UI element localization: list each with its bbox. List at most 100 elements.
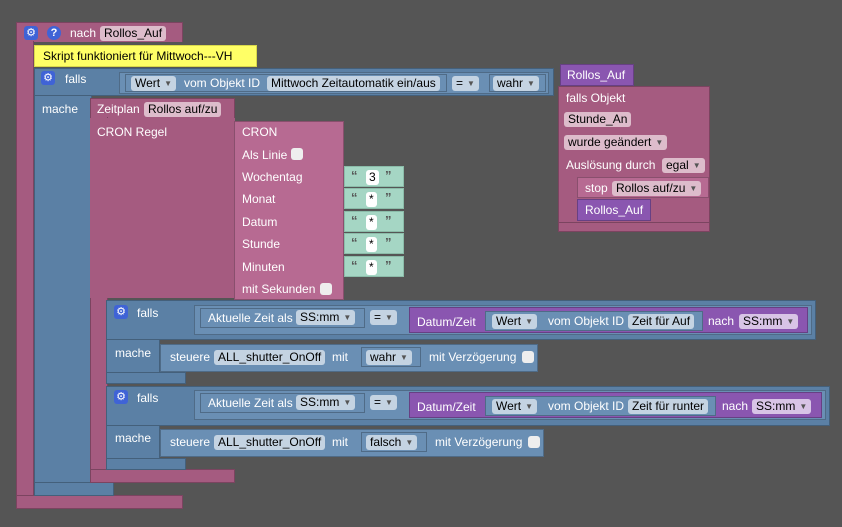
if3-aktuelle-label: Aktuelle Zeit als: [208, 396, 293, 410]
if1-value-dropdown[interactable]: wahr ▼: [493, 76, 539, 91]
if1-wert-dropdown[interactable]: Wert ▼: [131, 76, 177, 91]
if1-footer: [34, 482, 114, 496]
cron-row-label: Monat: [242, 192, 276, 206]
schedule-label: Zeitplan: [97, 102, 140, 116]
schedule-name-field[interactable]: Rollos auf/zu: [144, 102, 222, 117]
cron-value-field[interactable]: *: [366, 237, 377, 252]
side-changed-dropdown[interactable]: wurde geändert ▼: [564, 135, 668, 150]
if1-mache-label: mache: [42, 102, 79, 116]
if1-gear-icon[interactable]: ⚙: [41, 71, 55, 85]
chevron-down-icon: ▼: [400, 353, 408, 363]
if2-datum-zeit-label: Datum/Zeit: [417, 315, 476, 329]
side-object-field[interactable]: Stunde_An: [564, 112, 632, 127]
stop-name-dropdown[interactable]: Rollos auf/zu ▼: [612, 181, 702, 196]
if3-fmt-dropdown[interactable]: SS:mm ▼: [296, 395, 356, 410]
if3-object-field[interactable]: Zeit für runter: [628, 399, 709, 414]
if2-gear-icon[interactable]: ⚙: [114, 305, 128, 319]
side-egal-dropdown[interactable]: egal ▼: [662, 158, 705, 173]
als-linie-label: Als Linie: [242, 148, 288, 162]
if1-vom-objekt-label: vom Objekt ID: [184, 76, 261, 90]
if2-fmt-dropdown[interactable]: SS:mm ▼: [296, 310, 356, 325]
if2-target-field[interactable]: ALL_shutter_OnOff: [214, 350, 326, 365]
if2-falls-label: falls: [137, 306, 159, 320]
chevron-down-icon: ▼: [799, 402, 808, 412]
if3-falls-label: falls: [137, 391, 159, 405]
cron-row-label: Wochentag: [242, 170, 303, 184]
cron-value-field[interactable]: *: [366, 192, 377, 207]
close-quote-icon: ”: [385, 190, 392, 205]
if2-value-dropdown[interactable]: wahr ▼: [366, 350, 412, 365]
chevron-down-icon: ▼: [164, 79, 173, 89]
side-falls-objekt-label: falls Objekt: [566, 91, 626, 105]
if3-mit-label: mit: [332, 435, 348, 449]
open-quote-icon: “: [351, 168, 358, 183]
if1-spine: [34, 95, 92, 495]
if1-falls-label: falls: [65, 72, 87, 86]
close-quote-icon: ”: [385, 235, 392, 250]
mit-sekunden-checkbox[interactable]: [320, 283, 332, 295]
if3-steuere-label: steuere: [170, 435, 211, 449]
if2-wert-dropdown[interactable]: Wert ▼: [492, 314, 538, 329]
chevron-down-icon: ▼: [343, 313, 352, 323]
if3-gear-icon[interactable]: ⚙: [114, 390, 128, 404]
open-quote-icon: “: [351, 190, 358, 205]
chevron-down-icon: ▼: [525, 317, 534, 327]
if2-aktuelle-label: Aktuelle Zeit als: [208, 311, 293, 325]
side-ausloesung-label: Auslösung durch: [566, 158, 656, 172]
if2-object-field[interactable]: Zeit für Auf: [628, 314, 695, 329]
if2-nach-label: nach: [708, 314, 735, 328]
script-comment[interactable]: Skript funktioniert für Mittwoch---VH: [34, 45, 257, 67]
chevron-down-icon: ▼: [525, 402, 534, 412]
gear-icon[interactable]: ⚙: [24, 26, 38, 40]
if3-vom-objekt-label: vom Objekt ID: [548, 399, 625, 413]
event-name-field[interactable]: Rollos_Auf: [100, 26, 167, 41]
if2-vom-objekt-label: vom Objekt ID: [548, 314, 625, 328]
cron-value-field[interactable]: 3: [366, 170, 379, 185]
if1-op-dropdown[interactable]: = ▼: [452, 76, 479, 91]
chevron-down-icon: ▼: [385, 313, 393, 323]
cron-row-label: Minuten: [242, 260, 285, 274]
close-quote-icon: ”: [385, 213, 392, 228]
cron-regel-label: CRON Regel: [97, 125, 168, 139]
schedule-footer: [90, 469, 235, 483]
if3-op-dropdown[interactable]: = ▼: [370, 395, 397, 410]
if2-verzoegerung-label: mit Verzögerung: [429, 350, 517, 364]
stop-label: stop: [585, 181, 608, 195]
chevron-down-icon: ▼: [467, 79, 475, 89]
event-block-footer: [16, 495, 183, 509]
if3-mache-label: mache: [115, 431, 152, 445]
if3-target-field[interactable]: ALL_shutter_OnOff: [214, 435, 326, 450]
cron-value-field[interactable]: *: [366, 260, 377, 275]
cron-value-field[interactable]: *: [366, 215, 377, 230]
schedule-cron-row: [90, 118, 235, 298]
if2-verzoegerung-checkbox[interactable]: [522, 351, 534, 363]
if2-op-dropdown[interactable]: = ▼: [370, 310, 397, 325]
als-linie-checkbox[interactable]: [291, 148, 303, 160]
side-event-footer: [558, 222, 710, 232]
if1-object-field[interactable]: Mittwoch Zeitautomatik ein/aus: [267, 76, 440, 91]
chevron-down-icon: ▼: [689, 184, 698, 194]
mit-sekunden-label: mit Sekunden: [242, 282, 316, 296]
cron-row-label: Stunde: [242, 237, 281, 251]
chevron-down-icon: ▼: [385, 398, 393, 408]
if2-steuere-label: steuere: [170, 350, 211, 364]
side-title: Rollos_Auf: [567, 68, 626, 82]
if3-datum-zeit-label: Datum/Zeit: [417, 400, 476, 414]
chevron-down-icon: ▼: [692, 161, 701, 171]
chevron-down-icon: ▼: [786, 317, 795, 327]
open-quote-icon: “: [351, 235, 358, 250]
if2-mit-label: mit: [332, 350, 348, 364]
if3-footer: [106, 458, 186, 470]
cron-row-label: Datum: [242, 215, 278, 229]
if3-verzoegerung-checkbox[interactable]: [528, 436, 540, 448]
chevron-down-icon: ▼: [655, 138, 664, 148]
if2-fmt2-dropdown[interactable]: SS:mm ▼: [739, 314, 799, 329]
if3-wert-dropdown[interactable]: Wert ▼: [492, 399, 538, 414]
if3-verzoegerung-label: mit Verzögerung: [435, 435, 523, 449]
if2-mache-label: mache: [115, 346, 152, 360]
if3-nach-label: nach: [722, 399, 749, 413]
if3-fmt2-dropdown[interactable]: SS:mm ▼: [752, 399, 812, 414]
if3-value-dropdown[interactable]: falsch ▼: [366, 435, 418, 450]
cron-title: CRON: [242, 125, 278, 139]
help-icon[interactable]: ?: [47, 26, 61, 40]
